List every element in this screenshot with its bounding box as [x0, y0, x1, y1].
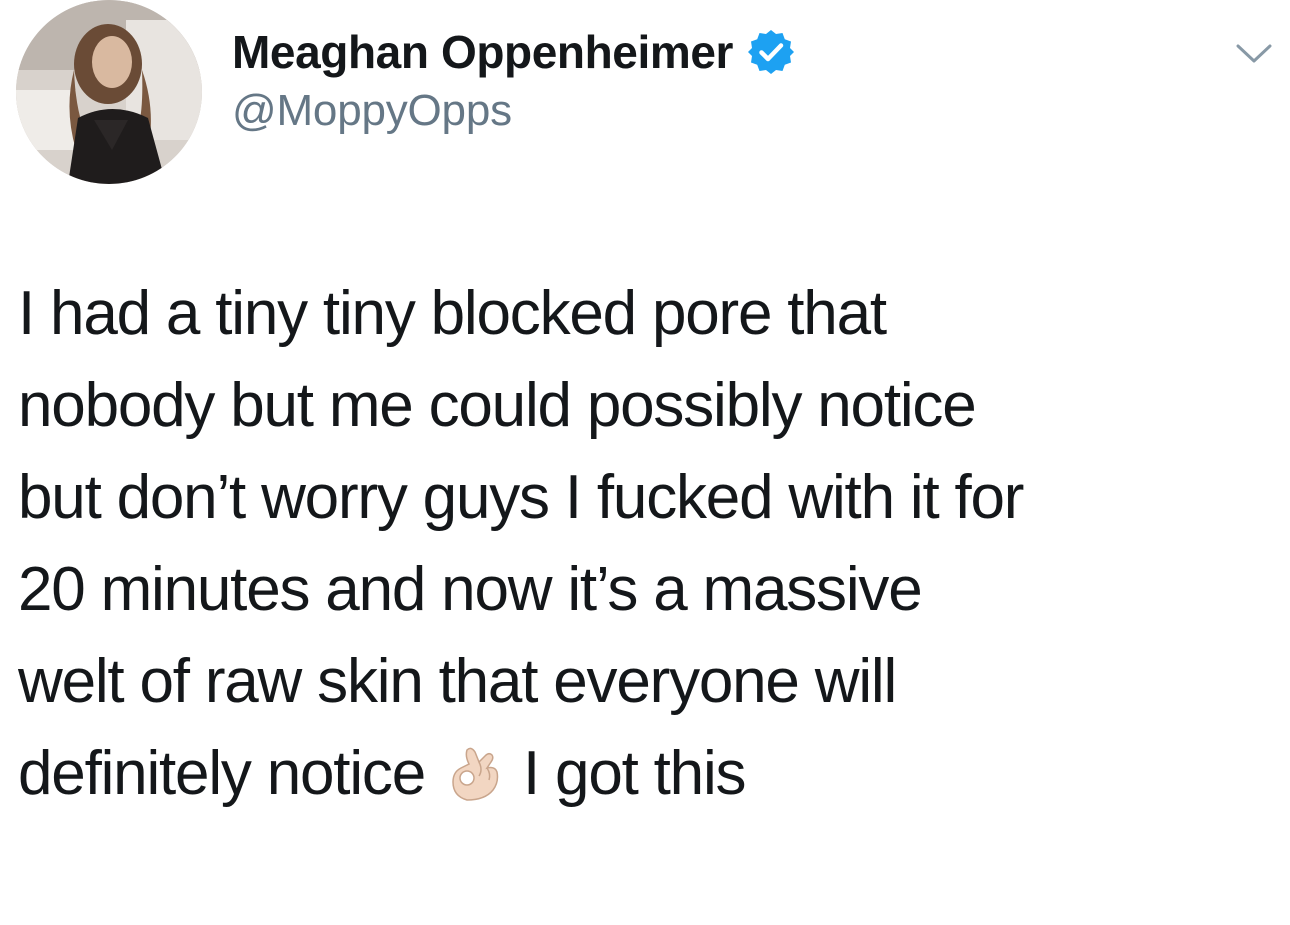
tweet-text-line: welt of raw skin that everyone will: [18, 647, 897, 716]
chevron-down-icon[interactable]: [1232, 38, 1276, 68]
tweet: Meaghan Oppenheimer @MoppyOpps I had a t…: [0, 0, 1290, 925]
tweet-text-segment: definitely notice: [18, 739, 426, 808]
tweet-text-segment: I got this: [522, 739, 747, 808]
user-handle[interactable]: @MoppyOpps: [232, 86, 512, 136]
tweet-text-last-line: definitely notice I got this: [18, 728, 1280, 820]
ok-hand-emoji-icon: [445, 738, 507, 801]
avatar[interactable]: [16, 0, 202, 184]
author-row: Meaghan Oppenheimer: [232, 20, 795, 84]
tweet-text-line: but don’t worry guys I fucked with it fo…: [18, 463, 1024, 532]
tweet-text: I had a tiny tiny blocked pore that nobo…: [18, 268, 1280, 820]
tweet-text-line: I had a tiny tiny blocked pore that: [18, 279, 887, 348]
verified-badge-icon: [747, 28, 795, 76]
tweet-text-line: nobody but me could possibly notice: [18, 371, 977, 440]
display-name[interactable]: Meaghan Oppenheimer: [232, 25, 733, 79]
tweet-text-line: 20 minutes and now it’s a massive: [18, 555, 923, 624]
